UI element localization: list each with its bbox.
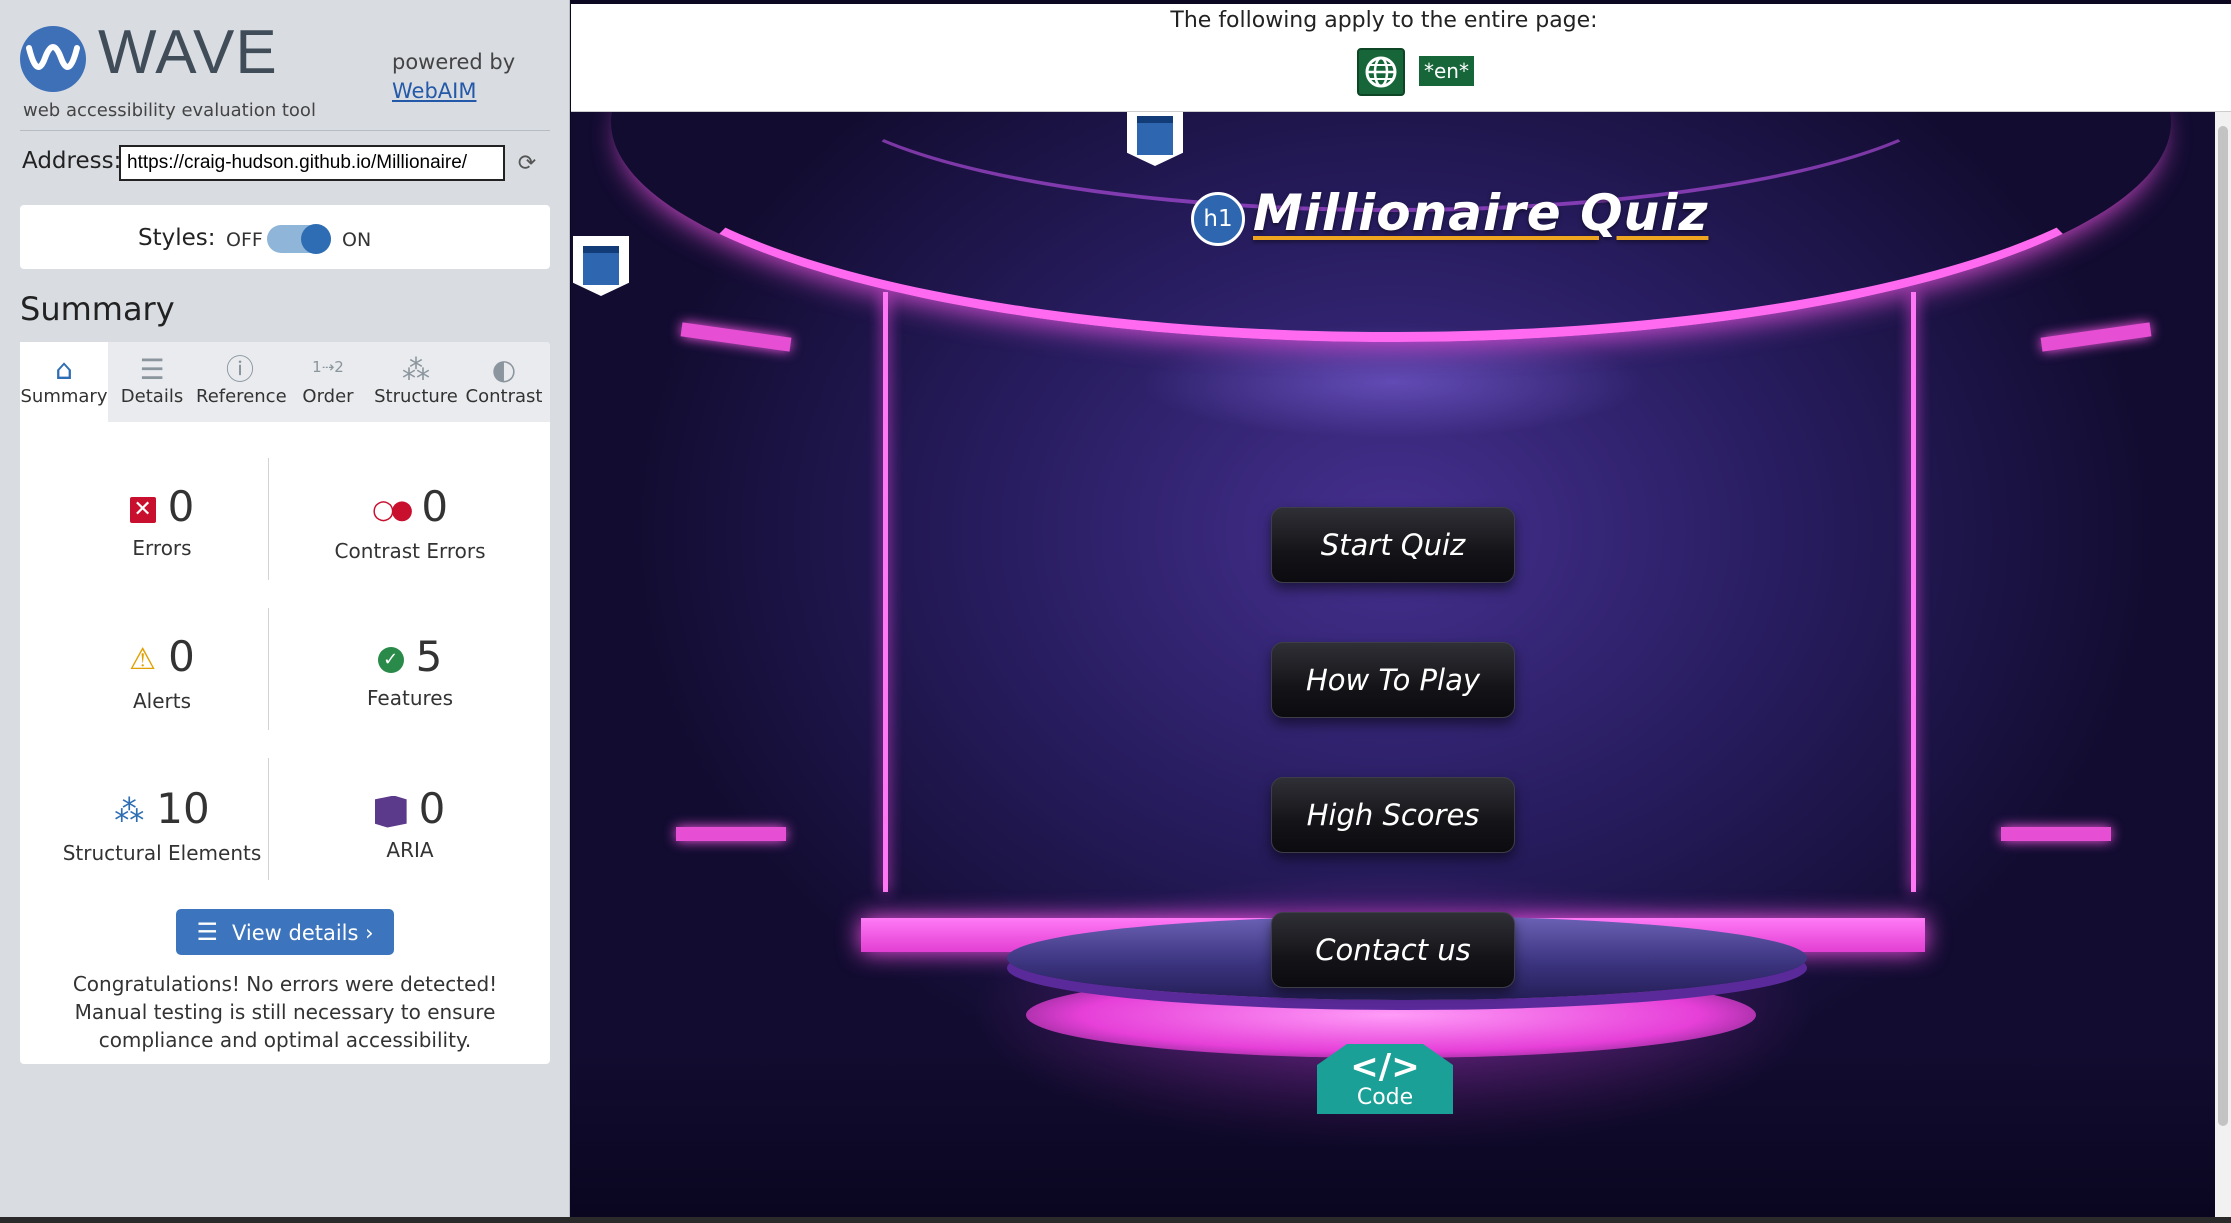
alerts-label: Alerts [132,688,192,713]
view-details-button[interactable]: ☰ View details › [176,909,394,955]
contrast-errors-label: Contrast Errors [334,538,486,563]
tab-label: Reference [196,386,287,407]
tab-label: Order [302,386,354,407]
tab-details[interactable]: ☰ Details [108,342,196,422]
contact-us-button[interactable]: Contact us [1271,912,1515,988]
h1-badge-icon[interactable]: h1 [1191,192,1245,246]
how-to-play-button[interactable]: How To Play [1271,642,1515,718]
stat-features: ✓ 5 Features [290,632,530,710]
list-icon: ☰ [139,353,165,386]
features-label: Features [367,686,453,710]
contrast-error-icon: ○● [371,494,413,525]
structure-icon: ⁂ [402,353,430,386]
list-icon: ☰ [196,918,218,946]
structural-count: 10 [156,784,210,833]
neon-strip [676,827,786,841]
divider [20,130,550,131]
alerts-count: 0 [168,632,195,681]
evaluated-page: The following apply to the entire page: … [571,4,2231,1217]
tab-summary[interactable]: ⌂ Summary [20,342,108,422]
summary-heading: Summary [20,290,175,328]
tab-contrast[interactable]: ◐ Contrast [460,342,548,422]
code-toggle-button[interactable]: </> Code [1317,1044,1453,1114]
tab-label: Summary [20,386,108,407]
neon-pillar [1911,292,1916,892]
structural-label: Structural Elements [62,840,262,865]
styles-toggle-panel: Styles: OFF ON [20,205,550,269]
stat-aria: 0 ARIA [290,784,530,862]
tab-label: Details [120,386,184,407]
congrats-message: Congratulations! No errors were detected… [72,972,498,1052]
tab-bar: ⌂ Summary ☰ Details ⓘ Reference 1⇢2 Orde… [20,342,550,422]
structure-icon: ⁂ [114,793,145,829]
window-bottom-edge [0,1217,2231,1223]
errors-count: 0 [167,482,195,531]
errors-label: Errors [132,536,192,560]
start-quiz-button[interactable]: Start Quiz [1271,507,1515,583]
code-icon: </> [1350,1047,1420,1087]
high-scores-button[interactable]: High Scores [1271,777,1515,853]
error-icon: ✕ [129,496,156,523]
contrast-icon: ◐ [491,353,517,386]
styles-toggle[interactable] [267,224,331,254]
stat-contrast-errors: ○● 0 Contrast Errors [290,482,530,563]
page-level-message: The following apply to the entire page: [1170,8,1598,33]
wave-sidebar: WAVE web accessibility evaluation tool p… [0,0,570,1217]
contrast-errors-count: 0 [421,482,449,531]
aria-label: ARIA [386,838,434,862]
alert-icon: ⚠ [129,641,157,677]
globe-icon[interactable] [1357,48,1405,96]
feature-icon: ✓ [377,646,404,673]
order-icon: 1⇢2 [312,358,344,376]
styles-label: Styles: [138,225,216,251]
language-tag[interactable]: *en* [1419,56,1474,86]
neon-strip [2001,827,2111,841]
wave-tagline: web accessibility evaluation tool [23,100,316,121]
address-label: Address: [22,148,122,174]
landmark-icon[interactable] [573,236,629,296]
stat-alerts: ⚠ 0 Alerts [42,632,282,713]
tab-structure[interactable]: ⁂ Structure [372,342,460,422]
features-count: 5 [415,632,443,681]
aria-icon [374,795,407,828]
neon-strip [680,322,792,352]
styles-off-label: OFF [226,229,263,251]
styles-on-label: ON [342,229,372,251]
view-details-label: View details › [231,921,374,945]
stat-errors: ✕ 0 Errors [42,482,282,560]
code-label: Code [1356,1085,1414,1110]
tab-order[interactable]: 1⇢2 Order [284,342,372,422]
aria-count: 0 [418,784,446,833]
neon-strip [2040,322,2152,352]
tab-label: Contrast [465,386,543,407]
neon-pillar [883,292,888,892]
page-title: Millionaire Quiz [1253,184,1709,242]
tab-label: Structure [374,386,458,407]
home-icon: ⌂ [55,353,73,386]
wave-logo-icon [20,26,86,92]
summary-panel: ⌂ Summary ☰ Details ⓘ Reference 1⇢2 Orde… [20,342,550,1064]
powered-by-text: powered by [392,50,516,74]
address-input[interactable]: https://craig-hudson.github.io/Millionai… [119,145,505,181]
info-icon: ⓘ [225,353,254,386]
powered-by: powered by WebAIM [392,48,515,106]
tab-reference[interactable]: ⓘ Reference [196,342,287,422]
page-level-bar: The following apply to the entire page: … [571,4,2231,112]
scrollbar[interactable] [2215,112,2231,1217]
stat-structural: ⁂ 10 Structural Elements [42,784,282,865]
wave-logo-text: WAVE [98,18,278,87]
reload-icon[interactable]: ⟳ [512,149,542,179]
webaim-link[interactable]: WebAIM [392,77,515,106]
